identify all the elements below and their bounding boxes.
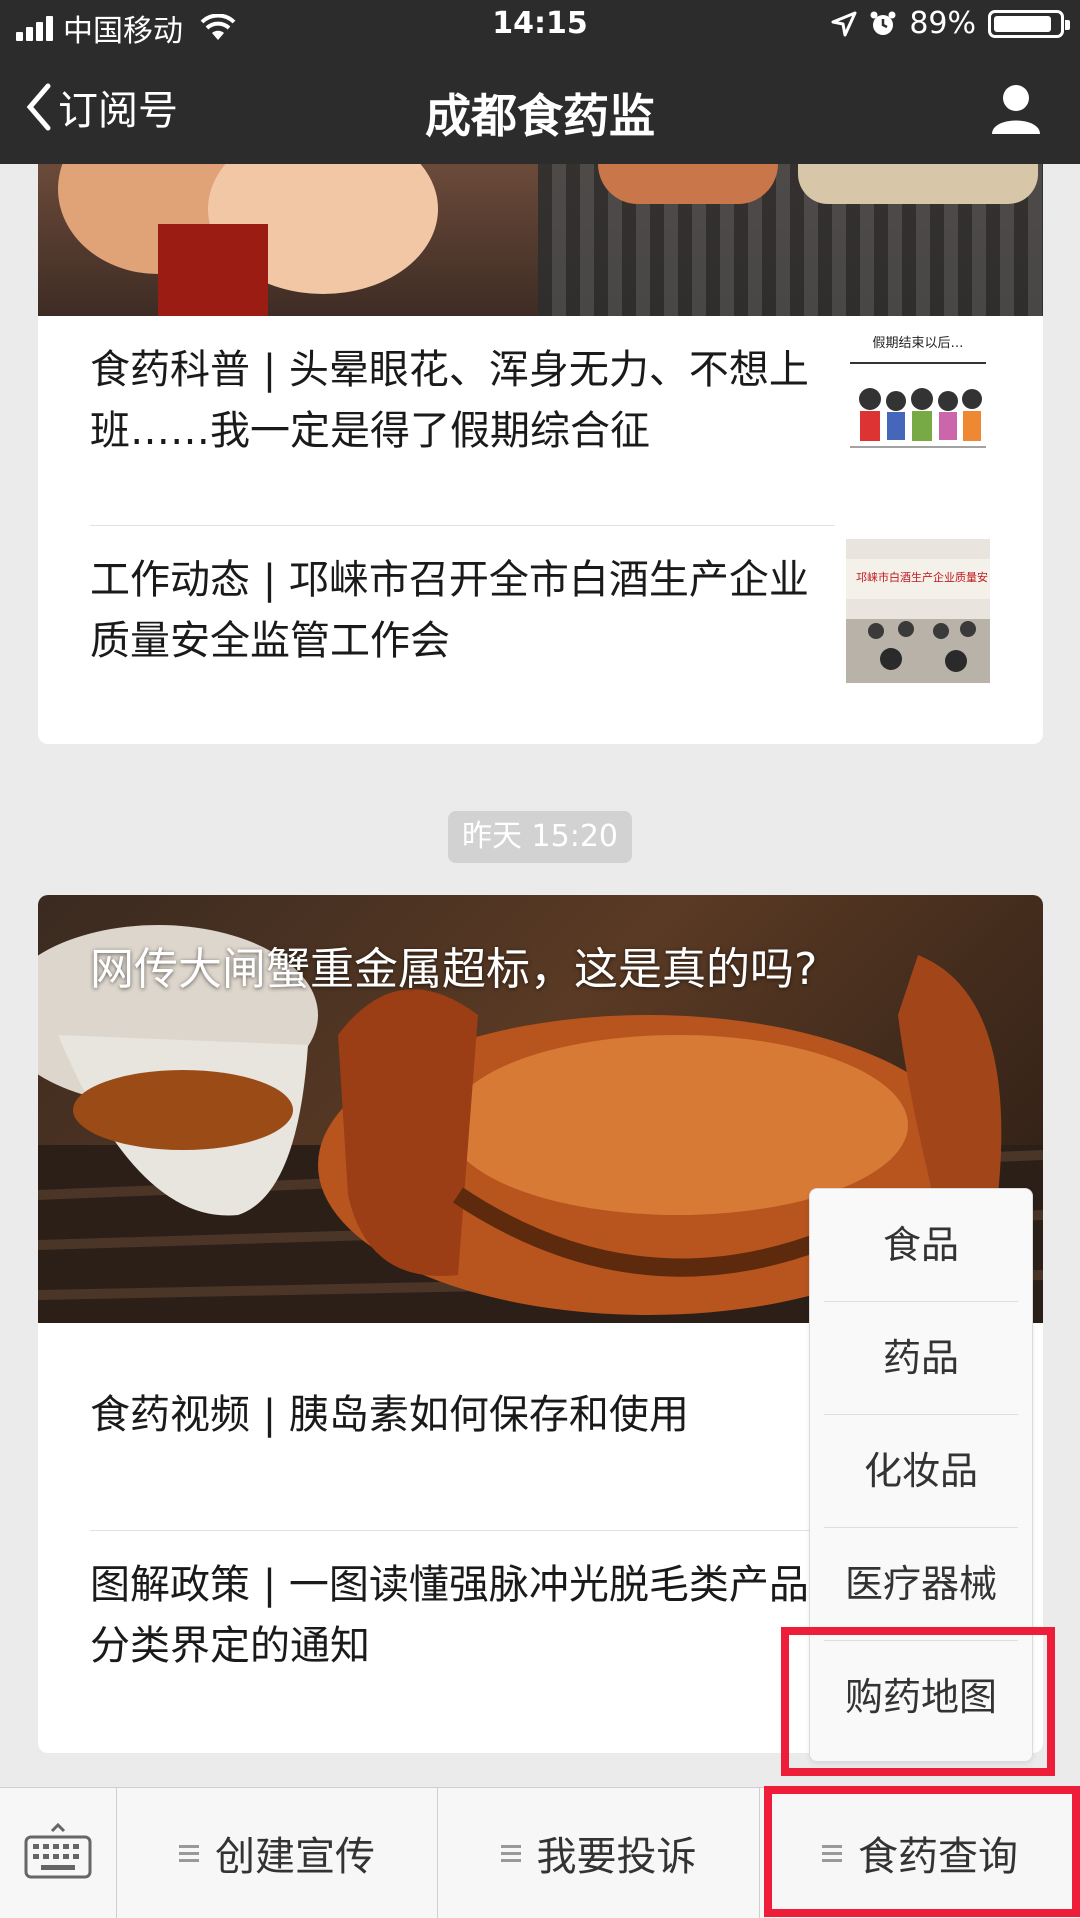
nav-bar: 订阅号 成都食药监 — [0, 50, 1080, 164]
profile-icon[interactable] — [988, 80, 1044, 136]
svg-text:邛崃市白酒生产企业质量安: 邛崃市白酒生产企业质量安 — [856, 570, 988, 584]
svg-text:假期结束以后…: 假期结束以后… — [872, 336, 963, 351]
article-thumbnail: 假期结束以后… — [846, 329, 990, 473]
article-item[interactable]: 工作动态 | 邛崃市召开全市白酒生产企业质量安全监管工作会 邛崃市白酒生产企业质… — [90, 539, 990, 683]
menu-button-create-campaign[interactable]: 创建宣传 — [117, 1788, 438, 1918]
menu-label: 创建宣传 — [215, 1834, 375, 1880]
alarm-icon — [870, 11, 896, 35]
battery-icon — [988, 9, 1070, 38]
highlight-box-pharmacy-map — [781, 1627, 1055, 1776]
article-item[interactable]: 食药科普 | 头晕眼花、浑身无力、不想上班……我一定是得了假期综合征 假期结束以… — [90, 329, 990, 473]
cover-headline: 网传大闸蟹重金属超标，这是真的吗? — [90, 944, 818, 995]
menu-button-complaint[interactable]: 我要投诉 — [438, 1788, 760, 1918]
battery-percent: 89% — [909, 6, 976, 41]
divider — [90, 1530, 835, 1531]
status-bar: 中国移动 14:15 89% — [0, 0, 1080, 50]
submenu-item-medical-devices[interactable]: 医疗器械 — [824, 1528, 1018, 1640]
divider — [90, 525, 835, 526]
keyboard-icon — [24, 1823, 92, 1879]
highlight-box-food-drug-query — [764, 1786, 1080, 1917]
timestamp-badge: 昨天 15:20 — [448, 811, 632, 863]
article-title: 图解政策 | 一图读懂强脉冲光脱毛类产品分类界定的通知 — [90, 1562, 809, 1669]
article-title: 食药视频 | 胰岛素如何保存和使用 — [90, 1392, 689, 1438]
article-title: 食药科普 | 头晕眼花、浑身无力、不想上班……我一定是得了假期综合征 — [90, 347, 809, 454]
article-title: 工作动态 | 邛崃市召开全市白酒生产企业质量安全监管工作会 — [90, 557, 809, 664]
article-thumbnail: 邛崃市白酒生产企业质量安 — [846, 539, 990, 683]
keyboard-toggle-button[interactable] — [0, 1788, 117, 1918]
location-arrow-icon — [831, 11, 857, 36]
submenu-item-drugs[interactable]: 药品 — [824, 1302, 1018, 1414]
menu-label: 我要投诉 — [536, 1834, 697, 1880]
submenu-item-cosmetics[interactable]: 化妆品 — [824, 1415, 1018, 1527]
menu-lines-icon — [179, 1841, 199, 1866]
page-title: 成都食药监 — [425, 89, 655, 143]
submenu-item-food[interactable]: 食品 — [824, 1189, 1018, 1301]
cover-image[interactable] — [38, 164, 1043, 316]
article-group-card: 食药科普 | 头晕眼花、浑身无力、不想上班……我一定是得了假期综合征 假期结束以… — [38, 164, 1043, 744]
menu-lines-icon — [500, 1841, 521, 1866]
